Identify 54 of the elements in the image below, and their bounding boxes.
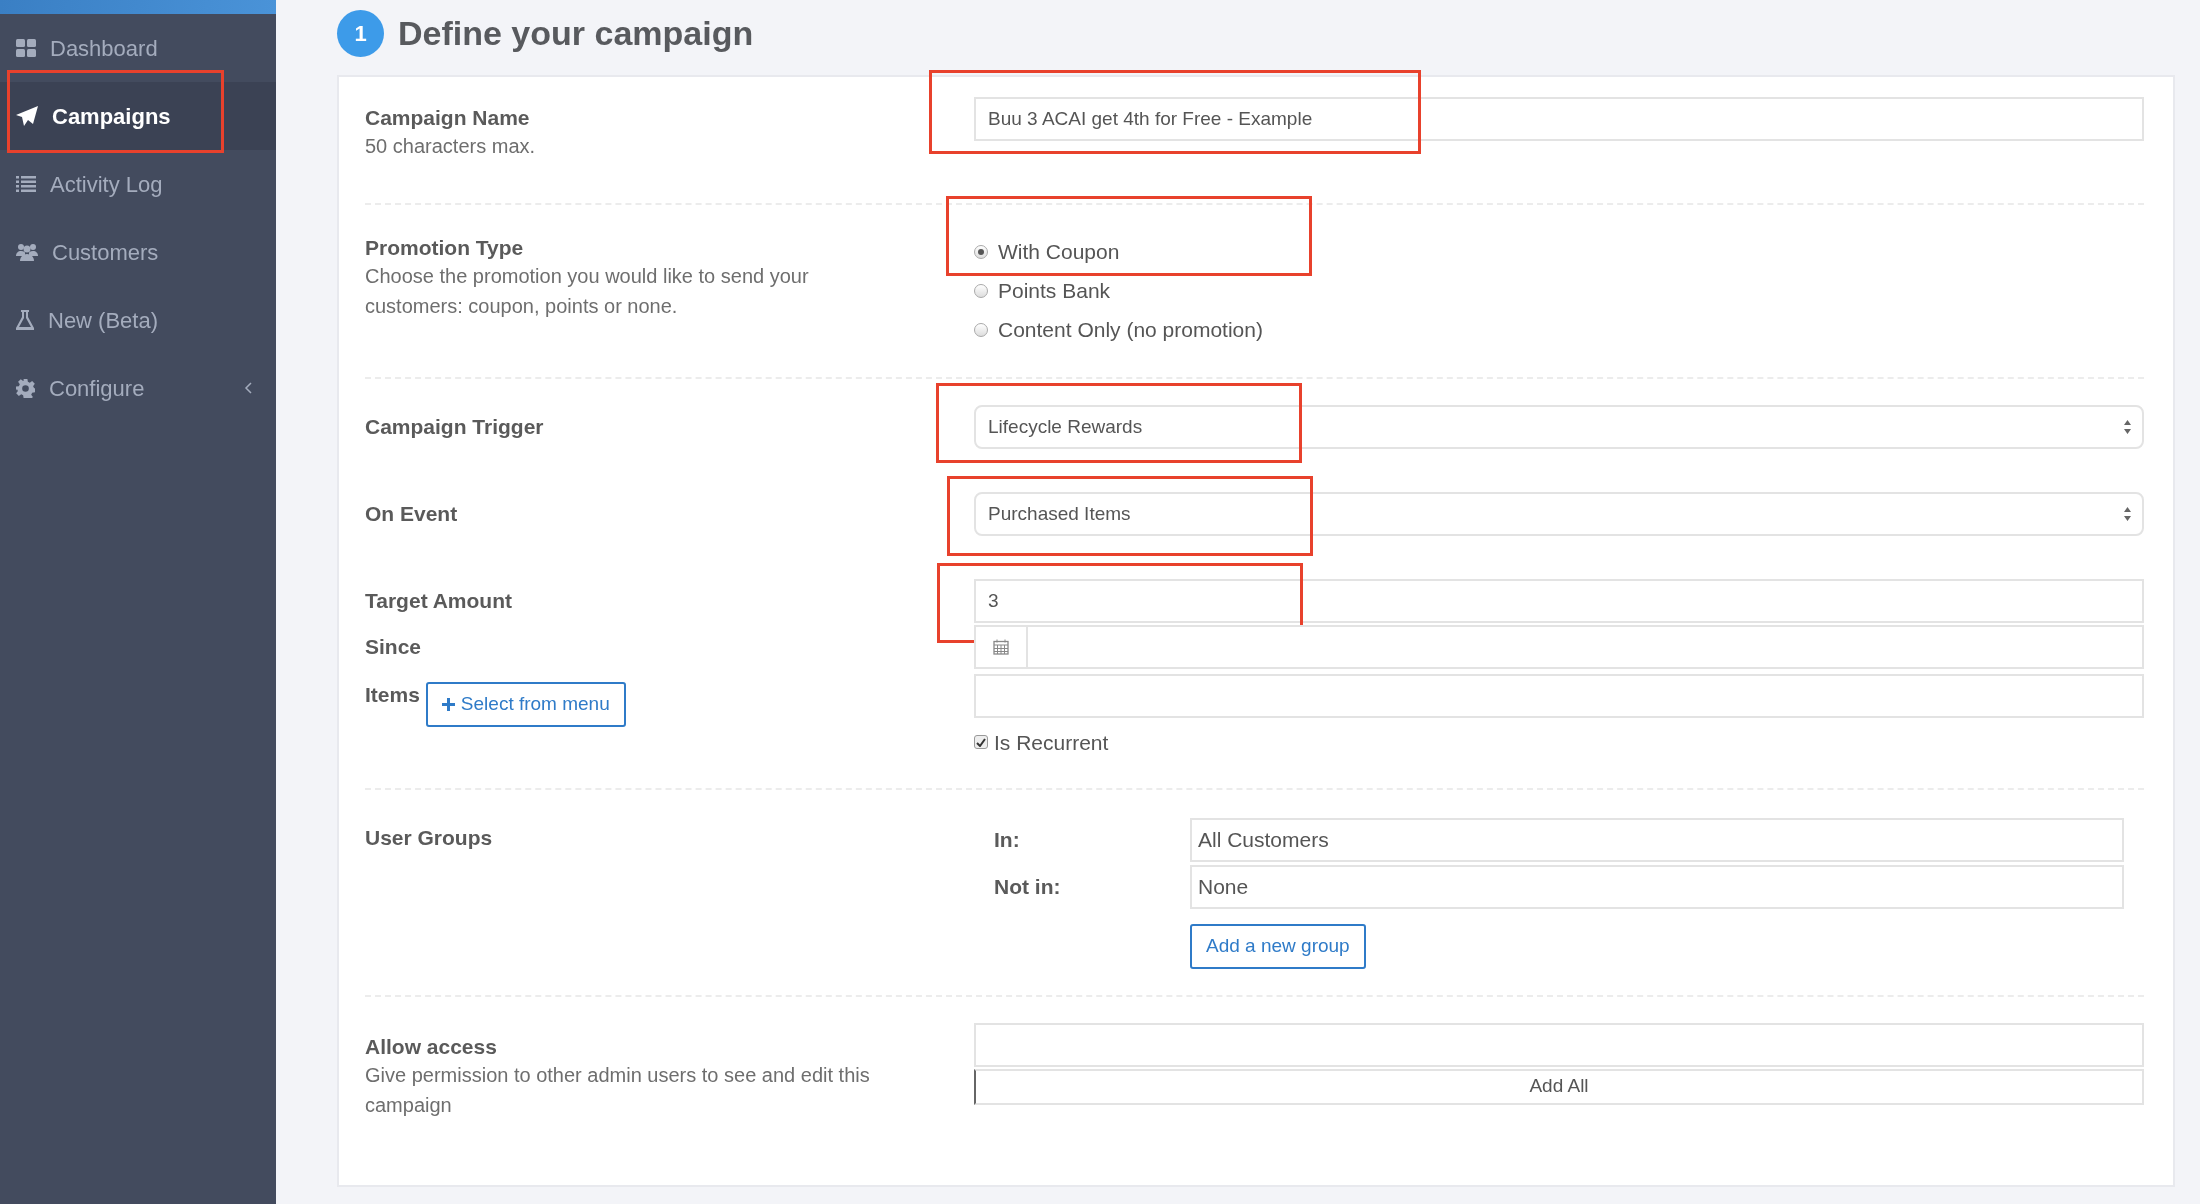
field-label: Since (365, 634, 422, 660)
checkbox-label: Is Recurrent (994, 729, 1109, 756)
field-description: 50 characters max. (365, 134, 537, 159)
grid-icon (16, 39, 36, 57)
option-label: Content Only (no promotion) (998, 316, 1263, 343)
items-field[interactable] (974, 674, 2144, 718)
calendar-button[interactable] (974, 625, 1028, 669)
field-label: User Groups (365, 825, 494, 851)
updown-arrows-icon (2123, 506, 2132, 522)
chevron-left-icon (244, 382, 252, 394)
plus-icon (441, 698, 455, 711)
group-field[interactable]: All Customers (1190, 818, 2124, 862)
field-label: Campaign Trigger (365, 414, 544, 440)
sidebar-item[interactable]: Configure (0, 354, 276, 422)
field-description: Give permission to other admin users to see and edit this campaign (365, 1062, 871, 1118)
group-field[interactable]: None (1190, 865, 2124, 909)
field-label: On Event (365, 501, 458, 527)
text-field[interactable]: Buu 3 ACAI get 4th for Free - Example (974, 97, 2144, 141)
radio-button[interactable] (974, 244, 988, 259)
flask-icon (16, 310, 34, 330)
calendar-icon (993, 639, 1009, 655)
option-label: Points Bank (998, 277, 1111, 304)
sidebar-item[interactable]: New (Beta) (0, 286, 276, 354)
field-description: Choose the promotion you would like to send your customers: coupon, points or none. (365, 264, 810, 319)
checkbox[interactable] (974, 735, 988, 750)
list-icon (16, 176, 36, 192)
add-group-button[interactable]: Add a new group (1190, 924, 1366, 969)
sidebar-item[interactable]: Campaigns (0, 82, 276, 150)
option-label: With Coupon (998, 238, 1120, 265)
paper-plane-icon (16, 106, 38, 126)
field-label: Allow access (365, 1033, 498, 1060)
select-from-menu-button[interactable]: Select from menu (425, 682, 626, 727)
sidebar-item[interactable]: Dashboard (0, 14, 276, 82)
select-field[interactable]: Lifecycle Rewards (974, 405, 2144, 449)
field-label: Promotion Type (365, 235, 525, 261)
page-title: Define your campaign (398, 12, 754, 54)
field-label: Campaign Name (365, 105, 531, 131)
field-label: Target Amount (365, 588, 512, 614)
field-label: Not in: (994, 874, 1062, 900)
select-field[interactable]: Purchased Items (974, 492, 2144, 536)
field-label: In: (994, 827, 1021, 853)
gear-icon (16, 378, 35, 398)
step-number: 1 (337, 9, 384, 57)
field-label: Items (365, 682, 420, 708)
updown-arrows-icon (2123, 419, 2132, 435)
radio-button[interactable] (974, 283, 988, 298)
sidebar-item[interactable]: Activity Log (0, 150, 276, 218)
text-field[interactable]: 3 (974, 579, 2144, 623)
access-field[interactable] (974, 1022, 2144, 1067)
sidebar-item[interactable]: Customers (0, 218, 276, 286)
users-icon (16, 243, 38, 261)
date-field[interactable] (1028, 625, 2144, 669)
add-all-button[interactable]: Add All (974, 1068, 2144, 1105)
radio-button[interactable] (974, 322, 988, 337)
